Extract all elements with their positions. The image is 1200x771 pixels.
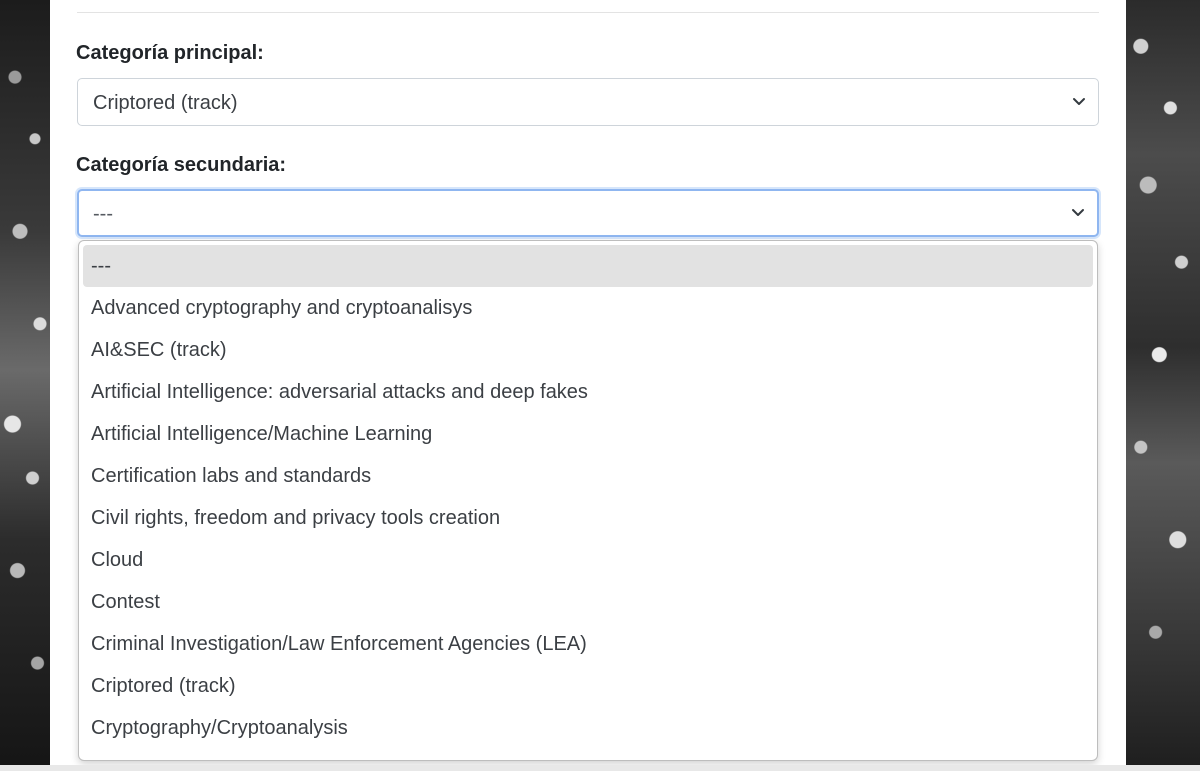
dropdown-option[interactable]: Contest <box>83 581 1093 623</box>
secondary-category-dropdown-list[interactable]: --- Advanced cryptography and cryptoanal… <box>78 240 1098 761</box>
dropdown-option[interactable]: Civil rights, freedom and privacy tools … <box>83 497 1093 539</box>
section-divider <box>77 12 1099 13</box>
primary-category-label: Categoría principal: <box>76 42 264 64</box>
dropdown-option[interactable]: Artificial Intelligence: adversarial att… <box>83 371 1093 413</box>
dropdown-option[interactable]: Cryptography/Cryptoanalysis <box>83 707 1093 749</box>
chevron-down-icon <box>1073 98 1085 105</box>
primary-category-select[interactable]: Criptored (track) <box>77 78 1099 126</box>
dropdown-option[interactable]: --- <box>83 245 1093 287</box>
background-photo-right <box>1126 0 1200 771</box>
dropdown-option[interactable]: Criminal Investigation/Law Enforcement A… <box>83 623 1093 665</box>
dropdown-option[interactable]: Cloud <box>83 539 1093 581</box>
dropdown-option[interactable]: AI&SEC (track) <box>83 329 1093 371</box>
secondary-category-select[interactable]: --- <box>77 189 1099 237</box>
secondary-category-label: Categoría secundaria: <box>76 154 287 176</box>
primary-category-value: Criptored (track) <box>93 92 238 114</box>
dropdown-option[interactable]: Criptored (track) <box>83 665 1093 707</box>
secondary-category-value: --- <box>93 203 113 225</box>
dropdown-option[interactable]: Artificial Intelligence/Machine Learning <box>83 413 1093 455</box>
form-panel: Categoría principal: Criptored (track) C… <box>50 0 1126 765</box>
dropdown-option[interactable]: Certification labs and standards <box>83 455 1093 497</box>
chevron-down-icon <box>1072 209 1084 216</box>
dropdown-option[interactable]: Advanced cryptography and cryptoanalisys <box>83 287 1093 329</box>
background-photo-left <box>0 0 50 771</box>
bottom-edge <box>0 765 1200 771</box>
